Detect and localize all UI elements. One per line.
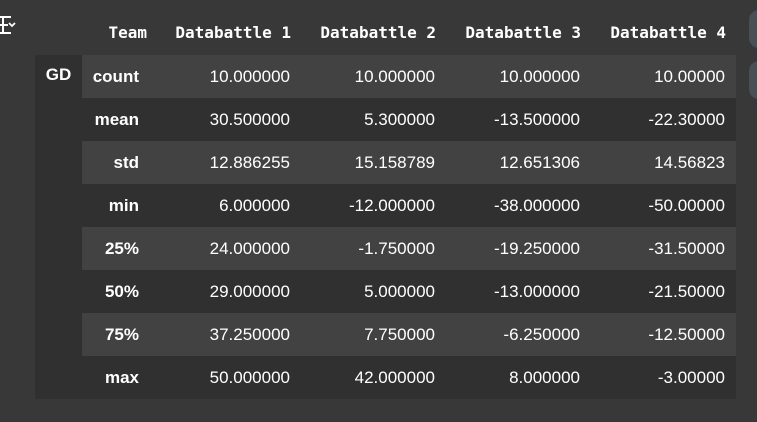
table-cell: 6.000000: [156, 184, 301, 227]
table-cell: -31.50000: [591, 227, 736, 270]
table-cell: 14.56823: [591, 141, 736, 184]
table-cell: -12.50000: [591, 313, 736, 356]
table-cell: 10.000000: [156, 55, 301, 98]
table-row: min 6.000000 -12.000000 -38.000000 -50.0…: [35, 184, 736, 227]
row-label: 50%: [82, 270, 156, 313]
table-cell: 10.00000: [591, 55, 736, 98]
table-cell: 15.158789: [301, 141, 446, 184]
group-index-label: GD: [35, 55, 82, 399]
row-label: 75%: [82, 313, 156, 356]
header-blank-cell: [35, 10, 82, 55]
notebook-output-area: Team Databattle 1 Databattle 2 Databattl…: [0, 0, 757, 422]
row-label: 25%: [82, 227, 156, 270]
table-cell: 7.750000: [301, 313, 446, 356]
column-header: Databattle 3: [446, 10, 591, 55]
table-row: std 12.886255 15.158789 12.651306 14.568…: [35, 141, 736, 184]
table-cell: -19.250000: [446, 227, 591, 270]
table-cell: 42.000000: [301, 356, 446, 399]
row-label: max: [82, 356, 156, 399]
table-row: mean 30.500000 5.300000 -13.500000 -22.3…: [35, 98, 736, 141]
table-cell: 37.250000: [156, 313, 301, 356]
cell-action-button[interactable]: [749, 10, 757, 48]
table-row: 25% 24.000000 -1.750000 -19.250000 -31.5…: [35, 227, 736, 270]
table-cell: -3.00000: [591, 356, 736, 399]
table-cell: -21.50000: [591, 270, 736, 313]
row-label: mean: [82, 98, 156, 141]
row-label: min: [82, 184, 156, 227]
describe-table: Team Databattle 1 Databattle 2 Databattl…: [35, 10, 736, 399]
column-header: Databattle 4: [591, 10, 736, 55]
table-cell: -12.000000: [301, 184, 446, 227]
cell-action-button[interactable]: [749, 61, 757, 99]
table-cell: -1.750000: [301, 227, 446, 270]
table-cell: 50.000000: [156, 356, 301, 399]
table-row: 50% 29.000000 5.000000 -13.000000 -21.50…: [35, 270, 736, 313]
table-row: GD count 10.000000 10.000000 10.000000 1…: [35, 55, 736, 399]
table-cell: -13.000000: [446, 270, 591, 313]
table-cell: 29.000000: [156, 270, 301, 313]
table-cell: 12.886255: [156, 141, 301, 184]
table-cell: 8.000000: [446, 356, 591, 399]
table-cell: 10.000000: [301, 55, 446, 98]
table-cell: 30.500000: [156, 98, 301, 141]
table-cell: 10.000000: [446, 55, 591, 98]
table-cell: 24.000000: [156, 227, 301, 270]
column-header: Databattle 2: [301, 10, 446, 55]
table-cell: -22.30000: [591, 98, 736, 141]
table-row: 75% 37.250000 7.750000 -6.250000 -12.500…: [35, 313, 736, 356]
index-name-header: Team: [82, 10, 156, 55]
table-cell: -13.500000: [446, 98, 591, 141]
table-row: max 50.000000 42.000000 8.000000 -3.0000…: [35, 356, 736, 399]
table-cell: 12.651306: [446, 141, 591, 184]
output-options-icon[interactable]: [0, 14, 16, 36]
table-cell: 5.300000: [301, 98, 446, 141]
column-header: Databattle 1: [156, 10, 301, 55]
row-label: std: [82, 141, 156, 184]
row-label: count: [82, 55, 156, 98]
table-header-row: Team Databattle 1 Databattle 2 Databattl…: [35, 10, 736, 55]
dataframe-output: Team Databattle 1 Databattle 2 Databattl…: [35, 10, 736, 399]
table-cell: 5.000000: [301, 270, 446, 313]
table-cell: -6.250000: [446, 313, 591, 356]
table-cell: -50.00000: [591, 184, 736, 227]
table-cell: -38.000000: [446, 184, 591, 227]
